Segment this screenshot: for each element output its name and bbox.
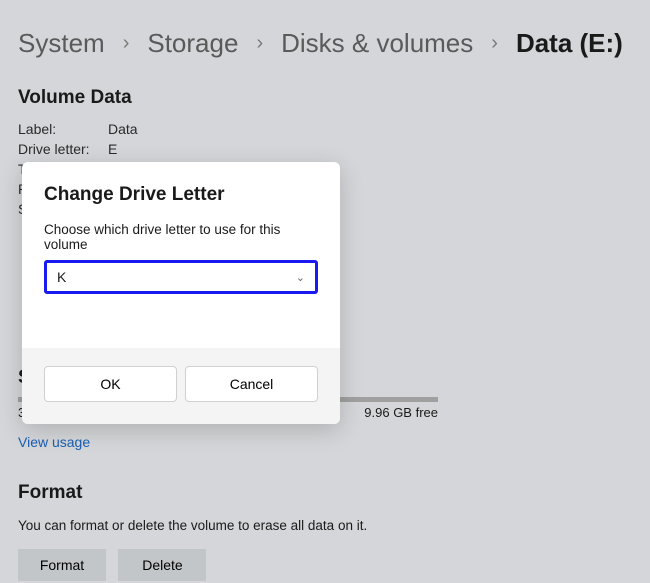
breadcrumb-system[interactable]: System <box>18 28 105 59</box>
change-drive-letter-dialog: Change Drive Letter Choose which drive l… <box>22 162 340 424</box>
format-button[interactable]: Format <box>18 549 106 581</box>
breadcrumb: System › Storage › Disks & volumes › Dat… <box>0 0 650 77</box>
cancel-button[interactable]: Cancel <box>185 366 318 402</box>
volume-data-title: Volume Data <box>0 77 650 121</box>
delete-button[interactable]: Delete <box>118 549 206 581</box>
breadcrumb-storage[interactable]: Storage <box>147 28 238 59</box>
chevron-right-icon: › <box>256 32 263 55</box>
format-title: Format <box>18 482 632 504</box>
detail-label: Label: <box>18 121 108 137</box>
dropdown-selected-value: K <box>57 269 66 285</box>
breadcrumb-current: Data (E:) <box>516 28 623 59</box>
view-usage-link[interactable]: View usage <box>0 420 108 464</box>
dialog-title: Change Drive Letter <box>44 184 318 206</box>
storage-free-text: 9.96 GB free <box>364 405 438 420</box>
drive-letter-dropdown[interactable]: K ⌄ <box>44 260 318 294</box>
detail-row-drive-letter: Drive letter: E <box>18 141 632 157</box>
breadcrumb-disks-volumes[interactable]: Disks & volumes <box>281 28 473 59</box>
chevron-right-icon: › <box>491 32 498 55</box>
detail-value: E <box>108 141 117 157</box>
detail-label: Drive letter: <box>18 141 108 157</box>
chevron-down-icon: ⌄ <box>296 271 305 284</box>
chevron-right-icon: › <box>123 32 130 55</box>
format-section: Format You can format or delete the volu… <box>0 464 650 581</box>
detail-value: Data <box>108 121 138 137</box>
detail-row-label: Label: Data <box>18 121 632 137</box>
dialog-footer: OK Cancel <box>22 348 340 424</box>
format-description: You can format or delete the volume to e… <box>18 518 632 533</box>
dialog-description: Choose which drive letter to use for thi… <box>44 222 318 252</box>
ok-button[interactable]: OK <box>44 366 177 402</box>
